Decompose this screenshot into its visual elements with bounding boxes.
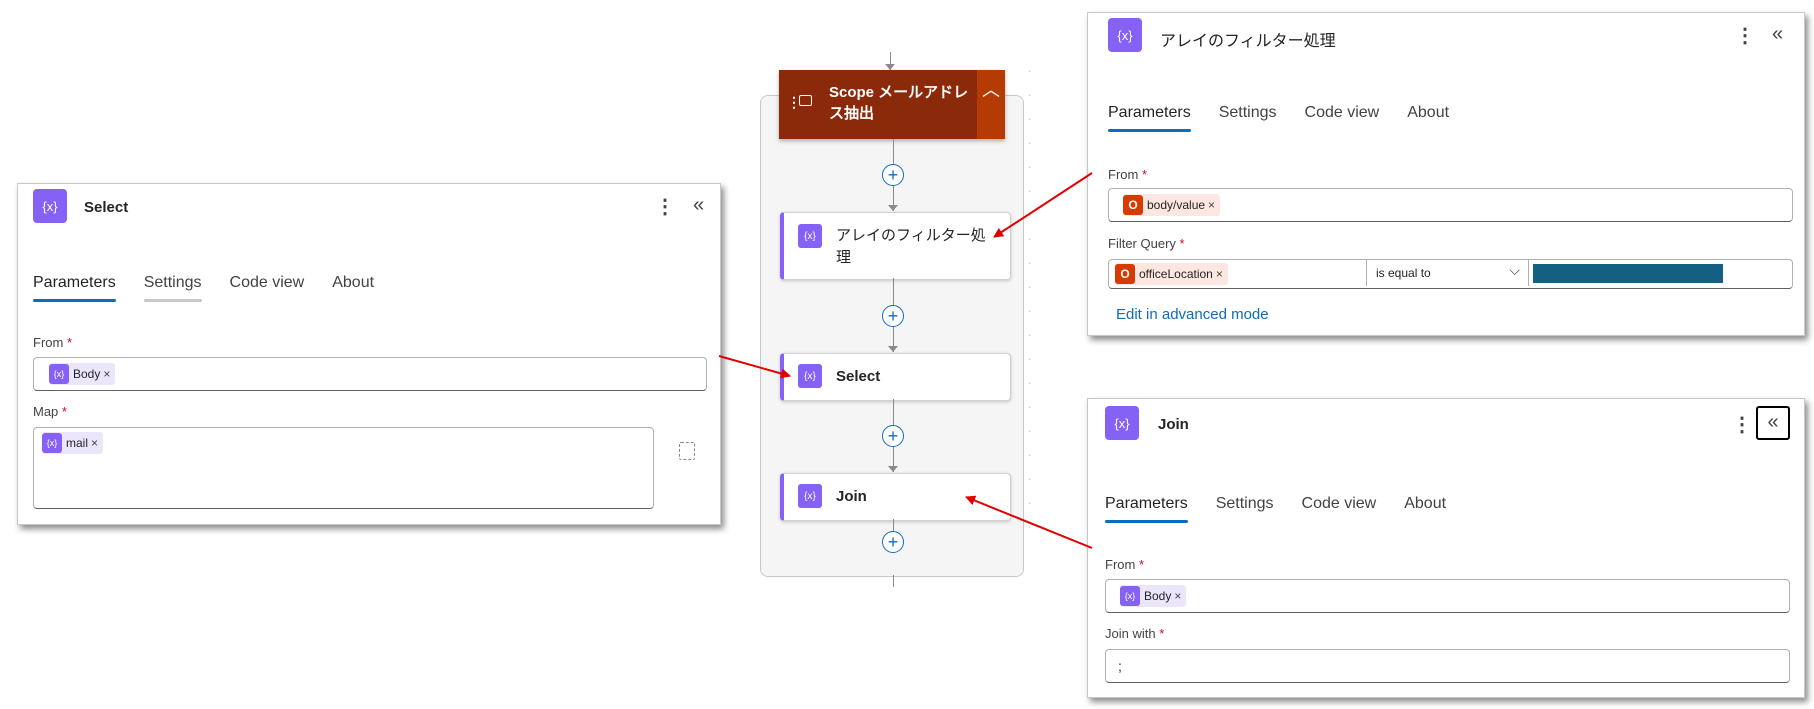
variable-icon: {x} [1108, 18, 1142, 52]
add-step-button[interactable]: + [882, 425, 904, 447]
variable-icon: {x} [33, 189, 67, 223]
remove-token-icon[interactable]: × [1208, 198, 1215, 212]
tab-code-view[interactable]: Code view [1302, 495, 1377, 523]
more-options-icon[interactable]: ⋮ [1732, 412, 1752, 437]
variable-icon: {x} [798, 364, 822, 388]
connector-line [893, 575, 894, 587]
node-title: アレイのフィルター処理 [836, 227, 986, 266]
more-options-icon[interactable]: ⋮ [1735, 23, 1755, 48]
chevron-up-icon: ︿ [982, 80, 1000, 100]
office-location-token[interactable]: O officeLocation × [1115, 263, 1228, 285]
token-label: Body [1144, 589, 1172, 603]
add-step-button[interactable]: + [882, 164, 904, 186]
tab-about[interactable]: About [1407, 104, 1449, 132]
tab-settings[interactable]: Settings [1219, 104, 1277, 132]
variable-icon: {x} [1120, 586, 1140, 606]
scope-collapse-button[interactable]: ︿ [977, 70, 1005, 139]
tab-parameters[interactable]: Parameters [1105, 495, 1188, 523]
join-with-value: ; [1118, 658, 1122, 674]
scope-header[interactable]: ⋮ Scope メールアドレス抽出 ︿ [779, 70, 1005, 139]
tab-parameters[interactable]: Parameters [33, 274, 116, 302]
edit-advanced-mode-link[interactable]: Edit in advanced mode [1116, 306, 1269, 323]
select-panel: {x} Select ⋮ « Parameters Settings Code … [17, 183, 721, 525]
node-title: Join [836, 488, 867, 505]
tab-code-view[interactable]: Code view [1305, 104, 1380, 132]
office365-icon: O [1115, 264, 1135, 284]
scope-icon [799, 95, 812, 106]
variable-icon: {x} [42, 433, 62, 453]
join-with-input[interactable]: ; [1105, 649, 1790, 683]
token-label: body/value [1147, 198, 1206, 212]
remove-token-icon[interactable]: × [103, 367, 110, 381]
connector-arrow [888, 466, 898, 472]
more-options-icon[interactable]: ⋮ [655, 194, 675, 219]
panel-title: Join [1158, 416, 1189, 433]
connector-arrow [888, 205, 898, 211]
collapse-panel-icon[interactable]: « [693, 194, 704, 217]
from-label: From * [33, 335, 73, 350]
tab-about[interactable]: About [1404, 495, 1446, 523]
collapse-panel-icon[interactable]: « [1756, 406, 1790, 440]
tab-about[interactable]: About [332, 274, 374, 302]
remove-token-icon[interactable]: × [1174, 589, 1181, 603]
remove-token-icon[interactable]: × [91, 436, 98, 450]
remove-token-icon[interactable]: × [1216, 267, 1223, 281]
body-token[interactable]: {x} Body × [1120, 585, 1187, 607]
panel-tabs: Parameters Settings Code view About [33, 274, 402, 302]
variable-icon: {x} [798, 484, 822, 508]
filter-query-label: Filter Query * [1108, 236, 1185, 251]
panel-title: アレイのフィルター処理 [1160, 33, 1336, 50]
map-input[interactable]: {x} mail × [33, 427, 654, 509]
mail-token[interactable]: {x} mail × [42, 432, 104, 454]
tab-code-view[interactable]: Code view [230, 274, 305, 302]
join-node[interactable]: {x} Join [780, 473, 1011, 521]
office365-icon: O [1123, 195, 1143, 215]
from-input[interactable]: {x} Body × [1105, 579, 1790, 613]
connector-arrow [888, 346, 898, 352]
tab-settings[interactable]: Settings [1216, 495, 1274, 523]
join-panel: {x} Join ⋮ « Parameters Settings Code vi… [1087, 398, 1805, 698]
tab-settings[interactable]: Settings [143, 274, 202, 302]
operator-value: is equal to [1376, 266, 1431, 280]
token-label: Body [73, 367, 101, 381]
add-step-button[interactable]: + [882, 305, 904, 327]
panel-title: Select [84, 199, 129, 216]
canvas-dots: · · · · · · · · · · · · · · · · · · · · [1028, 66, 1032, 533]
collapse-panel-icon[interactable]: « [1772, 23, 1783, 46]
panel-tabs: Parameters Settings Code view About [1105, 495, 1474, 523]
from-label: From * [1105, 557, 1145, 572]
comparison-value-input[interactable] [1533, 264, 1723, 283]
operator-dropdown[interactable]: is equal to ⌵ [1366, 260, 1529, 286]
token-label: officeLocation [1139, 267, 1213, 281]
scope-title: Scope メールアドレス抽出 [829, 84, 969, 122]
node-title: Select [836, 368, 881, 385]
variable-icon: {x} [1105, 406, 1139, 440]
tab-parameters[interactable]: Parameters [1108, 104, 1191, 132]
switch-to-text-mode-icon[interactable] [679, 442, 695, 460]
from-label: From * [1108, 167, 1148, 182]
select-node[interactable]: {x} Select [780, 353, 1011, 401]
from-input[interactable]: {x} Body × [33, 357, 707, 391]
map-label: Map * [33, 404, 67, 419]
chevron-down-icon: ⌵ [1509, 262, 1520, 278]
variable-icon: {x} [798, 224, 822, 248]
token-label: mail [66, 436, 89, 450]
from-input[interactable]: O body/value × [1108, 188, 1793, 222]
join-with-label: Join with * [1105, 626, 1165, 641]
body-value-token[interactable]: O body/value × [1123, 194, 1221, 216]
body-token[interactable]: {x} Body × [49, 363, 116, 385]
filter-query-row: O officeLocation × is equal to ⌵ [1108, 259, 1793, 289]
panel-tabs: Parameters Settings Code view About [1108, 104, 1477, 132]
filter-array-node[interactable]: {x} アレイのフィルター処理 [780, 212, 1011, 280]
filter-array-panel: {x} アレイのフィルター処理 ⋮ « Parameters Settings … [1087, 12, 1805, 336]
variable-icon: {x} [49, 364, 69, 384]
add-step-button[interactable]: + [882, 531, 904, 553]
